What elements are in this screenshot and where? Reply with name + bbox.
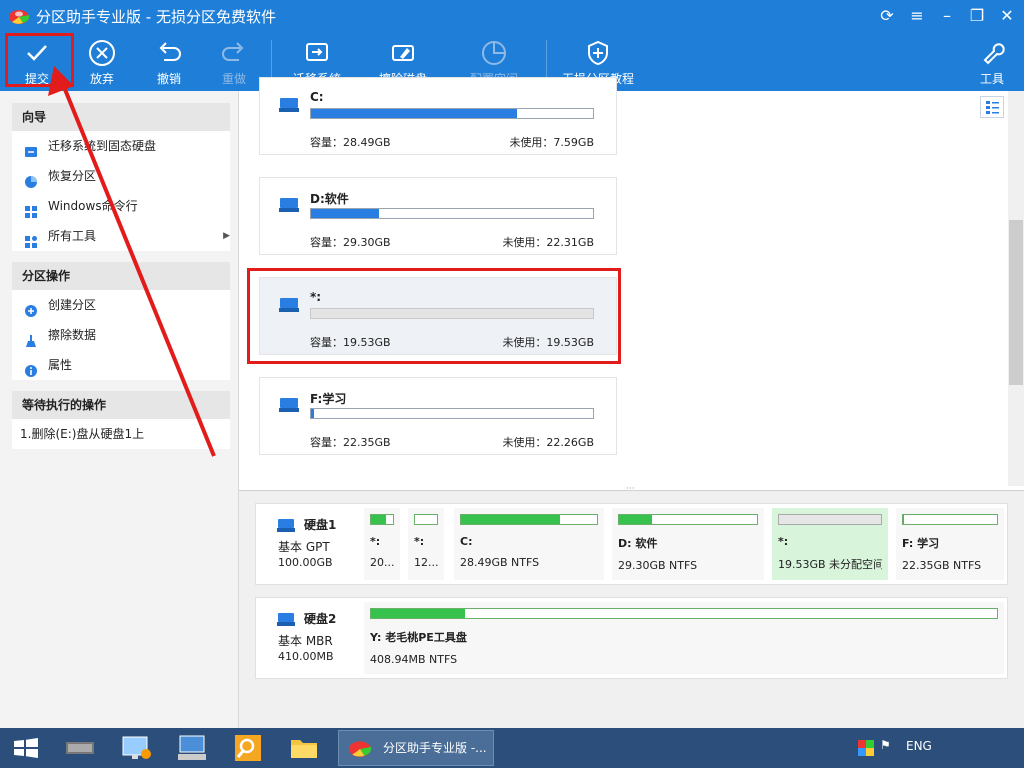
disk-segment-unallocated[interactable]: *: 19.53GB 未分配空间 <box>772 508 888 580</box>
computer-keyboard-icon[interactable] <box>170 732 214 764</box>
disk-segment[interactable]: Y: 老毛桃PE工具盘 408.94MB NTFS <box>364 602 1004 674</box>
wizard-section: 迁移系统到固态硬盘 恢复分区 Windows命令行 所有工具 ▶ <box>12 131 230 251</box>
tools-button[interactable]: 工具 <box>960 34 1024 88</box>
sidebar-item-create-partition[interactable]: 创建分区 <box>24 290 96 320</box>
migrate-disk-icon <box>24 140 38 157</box>
windows-icon <box>24 200 38 218</box>
redo-button[interactable]: 重做 <box>202 34 266 88</box>
disk-segment[interactable]: D: 软件 29.30GB NTFS <box>612 508 764 580</box>
disk-drive-icon <box>279 98 299 112</box>
disk-drive-icon <box>277 519 295 532</box>
minimize-button[interactable]: – <box>934 4 960 28</box>
migrate-disk-icon <box>306 43 328 61</box>
disk-map-panel: 硬盘1 基本 GPT 100.00GB *: 20... *: 12... C: 28… <box>239 490 1024 729</box>
redo-icon <box>222 42 244 61</box>
close-button[interactable]: ✕ <box>994 4 1020 28</box>
app-logo-icon <box>8 6 30 26</box>
toolbar-divider <box>271 40 272 80</box>
recover-pie-icon <box>24 170 38 188</box>
submit-highlight-box <box>5 33 74 87</box>
chip-icon[interactable] <box>58 732 102 764</box>
create-partition-icon <box>24 299 38 317</box>
usage-bar <box>310 108 594 119</box>
partition-card[interactable]: C: 容量：28.49GB 未使用：7.59GB <box>259 77 617 155</box>
search-magnifier-icon[interactable] <box>226 732 270 764</box>
disk-row[interactable]: 硬盘1 基本 GPT 100.00GB *: 20... *: 12... C: 28… <box>255 503 1008 585</box>
partition-ops-section-title: 分区操作 <box>12 262 230 290</box>
grid-tools-icon <box>24 230 38 248</box>
pending-section-title: 等待执行的操作 <box>12 391 230 419</box>
left-sidebar: 向导 迁移系统到固态硬盘 恢复分区 Windows命令行 所有工具 ▶ 分区操作… <box>0 91 239 728</box>
sidebar-item-wipe-data[interactable]: 擦除数据 <box>24 320 96 350</box>
refresh-icon[interactable]: ⟳ <box>874 4 900 28</box>
sidebar-item-windows-cmd[interactable]: Windows命令行 <box>24 191 138 221</box>
flag-tray-icon[interactable]: ⚑ <box>880 738 891 752</box>
window-title: 分区助手专业版 - 无损分区免费软件 <box>36 8 276 26</box>
shield-plus-icon <box>588 40 608 66</box>
taskbar: ⚑ ENG <box>0 728 1024 768</box>
usage-bar <box>310 208 594 219</box>
discard-button[interactable]: 放弃 <box>70 34 134 88</box>
partition-card[interactable]: D:软件 容量：29.30GB 未使用：22.31GB <box>259 177 617 255</box>
taskbar-app-button[interactable]: 分区助手专业版 -... <box>338 730 494 766</box>
wrench-icon <box>983 43 1005 65</box>
disk-row[interactable]: 硬盘2 基本 MBR 410.00MB Y: 老毛桃PE工具盘 408.94MB … <box>255 597 1008 679</box>
chevron-right-icon: ▶ <box>223 231 230 241</box>
partition-card[interactable]: F:学习 容量：22.35GB 未使用：22.26GB <box>259 377 617 455</box>
start-button[interactable] <box>4 732 48 764</box>
info-icon <box>24 359 38 377</box>
disk-segment[interactable]: F: 学习 22.35GB NTFS <box>896 508 1004 580</box>
partition-ops-section: 创建分区 擦除数据 属性 <box>12 290 230 380</box>
folder-icon[interactable] <box>282 732 326 764</box>
sidebar-item-recover-partition[interactable]: 恢复分区 <box>24 161 96 191</box>
app-logo-icon <box>349 741 372 757</box>
menu-icon[interactable]: ≡ <box>904 4 930 28</box>
sidebar-item-migrate-ssd[interactable]: 迁移系统到固态硬盘 <box>24 131 156 161</box>
disk-drive-icon <box>279 198 299 212</box>
disk-segment[interactable]: *: 12... <box>408 508 444 580</box>
pie-chart-icon <box>482 41 506 65</box>
scrollbar-thumb[interactable] <box>1009 220 1023 385</box>
disk-drive-icon <box>279 398 299 412</box>
selected-partition-highlight-box <box>247 268 621 364</box>
pending-section: 1.删除(E:)盘从硬盘1上 <box>12 419 230 449</box>
wizard-section-title: 向导 <box>12 103 230 131</box>
broom-icon <box>24 329 38 347</box>
language-indicator[interactable]: ENG <box>906 739 932 753</box>
network-computer-icon[interactable] <box>114 732 158 764</box>
undo-icon <box>159 42 181 61</box>
disk-segment[interactable]: *: 20... <box>364 508 400 580</box>
sidebar-item-all-tools[interactable]: 所有工具 ▶ <box>24 221 230 251</box>
restore-button[interactable]: ❐ <box>964 4 990 28</box>
pending-operation-item[interactable]: 1.删除(E:)盘从硬盘1上 <box>20 419 144 449</box>
color-tray-icon[interactable] <box>858 740 874 756</box>
sidebar-item-properties[interactable]: 属性 <box>24 350 72 380</box>
undo-button[interactable]: 撤销 <box>137 34 201 88</box>
view-toggle-icon[interactable] <box>980 96 1004 118</box>
disk-drive-icon <box>277 613 295 626</box>
toolbar-divider <box>546 40 547 80</box>
wipe-disk-icon <box>392 45 414 61</box>
usage-bar <box>310 408 594 419</box>
cancel-circle-icon <box>89 40 115 66</box>
disk-segment[interactable]: C: 28.49GB NTFS <box>454 508 604 580</box>
